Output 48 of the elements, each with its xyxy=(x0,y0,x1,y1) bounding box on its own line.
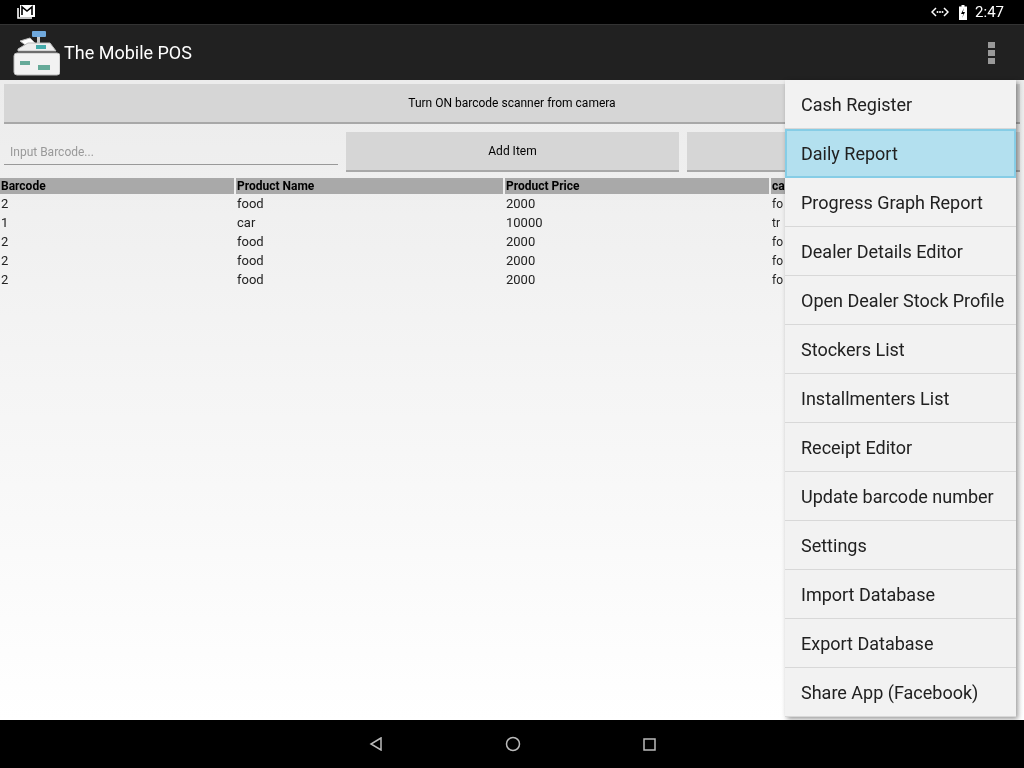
menu-item[interactable]: Dealer Details Editor xyxy=(785,227,1016,276)
table-cell-text: food xyxy=(236,251,265,270)
back-icon[interactable] xyxy=(368,737,383,751)
table-cell-text: car xyxy=(236,213,257,232)
menu-item[interactable]: Stockers List xyxy=(785,325,1016,374)
menu-item[interactable]: Receipt Editor xyxy=(785,423,1016,472)
menu-item[interactable]: Progress Graph Report xyxy=(785,178,1016,227)
battery-charging-icon xyxy=(959,4,968,20)
table-cell-text: food xyxy=(236,232,265,251)
menu-item[interactable]: Update barcode number xyxy=(785,472,1016,521)
menu-item[interactable]: Share App (Facebook) xyxy=(785,668,1016,717)
table-cell-text: 1 xyxy=(0,213,10,232)
clock-time: 2:47 xyxy=(975,1,1004,23)
overflow-menu-icon[interactable] xyxy=(988,41,996,64)
table-cell-text: fo xyxy=(771,195,784,213)
add-item-button[interactable]: Add Item xyxy=(346,132,679,172)
table-cell-text: 2000 xyxy=(505,270,537,289)
table-cell-text: fo xyxy=(771,252,784,270)
column-header: Barcode xyxy=(0,178,234,194)
table-cell-text: 2000 xyxy=(505,251,537,270)
table-cell-text: fo xyxy=(771,271,784,289)
table-cell-text: food xyxy=(236,270,265,289)
barcode-input-field[interactable]: Input Barcode... xyxy=(4,139,338,165)
cash-register-icon xyxy=(12,28,60,77)
menu-item[interactable]: Export Database xyxy=(785,619,1016,668)
table-cell-text: food xyxy=(236,194,265,213)
table-cell-text: 2 xyxy=(0,232,10,251)
table-cell-text: 2 xyxy=(0,270,10,289)
menu-item[interactable]: Import Database xyxy=(785,570,1016,619)
menu-item[interactable]: Settings xyxy=(785,521,1016,570)
menu-item[interactable]: Installmenters List xyxy=(785,374,1016,423)
data-sync-icon xyxy=(931,6,950,18)
table-cell-text: tr xyxy=(771,214,781,232)
mail-notification-icon xyxy=(17,5,35,19)
recents-icon[interactable] xyxy=(642,737,656,751)
app-title: The Mobile POS xyxy=(64,41,192,65)
column-header: Product Name xyxy=(236,178,503,194)
column-header: Product Price xyxy=(505,178,769,194)
table-cell-text: 2 xyxy=(0,194,10,213)
table-cell-text: fo xyxy=(771,233,784,251)
table-cell-text: 2000 xyxy=(505,194,537,213)
table-cell-text: 10000 xyxy=(505,213,544,232)
table-cell-text: 2 xyxy=(0,251,10,270)
menu-item[interactable]: Daily Report xyxy=(785,129,1016,178)
table-cell-text: 2000 xyxy=(505,232,537,251)
menu-item[interactable]: Open Dealer Stock Profile xyxy=(785,276,1016,325)
home-icon[interactable] xyxy=(504,736,521,752)
column-header: ca xyxy=(771,178,785,194)
